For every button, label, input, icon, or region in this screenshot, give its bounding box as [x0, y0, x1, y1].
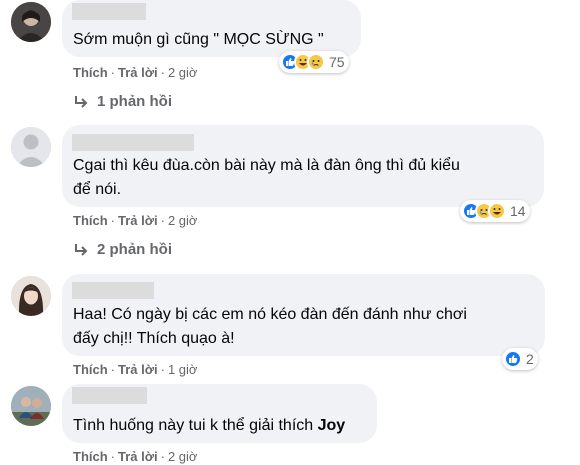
separator-dot: · — [160, 449, 165, 464]
comment-text-line-2: để nói. — [73, 181, 122, 198]
comment-bubble: Haa! Có ngày bị các em nó kéo đàn đến đá… — [62, 274, 545, 356]
comment-actions: Thích · Trả lời · 2 giờ — [73, 213, 197, 228]
reply-link[interactable]: Trả lời — [118, 213, 158, 228]
redacted-author-name — [72, 282, 154, 299]
avatar[interactable] — [11, 127, 51, 167]
timestamp[interactable]: 1 giờ — [168, 362, 198, 377]
reply-link[interactable]: Trả lời — [118, 65, 158, 80]
separator-dot: · — [160, 213, 165, 228]
comment-text-emphasis: Joy — [317, 417, 346, 434]
replies-count-label: 1 phản hồi — [97, 93, 172, 110]
reply-arrow-icon — [75, 243, 88, 256]
reaction-count: 75 — [329, 54, 345, 70]
reaction-count: 2 — [526, 351, 534, 367]
timestamp[interactable]: 2 giờ — [168, 65, 198, 80]
replies-count-label: 2 phản hồi — [97, 241, 172, 258]
like-link[interactable]: Thích — [73, 362, 108, 377]
timestamp[interactable]: 2 giờ — [168, 449, 198, 464]
like-link[interactable]: Thích — [73, 65, 108, 80]
separator-dot: · — [110, 449, 116, 464]
comment-actions: Thích · Trả lời · 2 giờ — [73, 449, 197, 464]
reply-link[interactable]: Trả lời — [118, 449, 158, 464]
comment-bubble: Cgai thì kêu đùa.còn bài này mà là đàn ô… — [62, 125, 544, 207]
comment-bubble: Sớm muộn gì cũng " MỌC SỪNG " — [62, 0, 361, 57]
comment-actions: Thích · Trả lời · 1 giờ — [73, 362, 197, 377]
like-link[interactable]: Thích — [73, 213, 108, 228]
redacted-author-name — [72, 134, 194, 151]
separator-dot: · — [160, 65, 165, 80]
comment-actions: Thích · Trả lời · 2 giờ — [73, 65, 197, 80]
comment-text-line-2: đấy chị!! Thích quạo à! — [73, 330, 235, 347]
avatar-photo — [11, 276, 51, 316]
comment-text-body: Tình huống này tui k thể giải thích — [73, 417, 318, 434]
comment-text: Tình huống này tui k thể giải thích Joy — [73, 414, 345, 438]
reply-arrow-icon — [75, 95, 88, 108]
separator-dot: · — [110, 65, 116, 80]
comment-text-line-1: Cgai thì kêu đùa.còn bài này mà là đàn ô… — [73, 157, 460, 174]
avatar[interactable] — [11, 276, 51, 316]
avatar-photo — [11, 2, 51, 42]
reply-link[interactable]: Trả lời — [118, 362, 158, 377]
comment-text: Sớm muộn gì cũng " MỌC SỪNG " — [73, 31, 324, 48]
separator-dot: · — [160, 362, 165, 377]
view-replies-link[interactable]: 1 phản hồi — [73, 93, 172, 110]
avatar[interactable] — [11, 386, 51, 426]
like-icon — [504, 350, 522, 368]
default-avatar-icon — [11, 127, 51, 167]
separator-dot: · — [110, 362, 116, 377]
avatar[interactable] — [11, 2, 51, 42]
redacted-author-name — [72, 3, 146, 20]
like-link[interactable]: Thích — [73, 449, 108, 464]
timestamp[interactable]: 2 giờ — [168, 213, 198, 228]
separator-dot: · — [110, 213, 116, 228]
reaction-summary[interactable]: 2 — [502, 348, 538, 370]
view-replies-link[interactable]: 2 phản hồi — [73, 241, 172, 258]
comment-bubble: Tình huống này tui k thể giải thích Joy — [62, 384, 377, 443]
reaction-summary[interactable]: 75 — [279, 51, 349, 73]
redacted-author-name — [72, 387, 147, 404]
reaction-count: 14 — [510, 203, 526, 219]
comment-text-line-1: Haa! Có ngày bị các em nó kéo đàn đến đá… — [73, 306, 467, 323]
reaction-summary[interactable]: 14 — [460, 200, 530, 222]
avatar-photo — [11, 386, 51, 426]
sad-icon — [307, 53, 325, 71]
haha-icon — [488, 202, 506, 220]
